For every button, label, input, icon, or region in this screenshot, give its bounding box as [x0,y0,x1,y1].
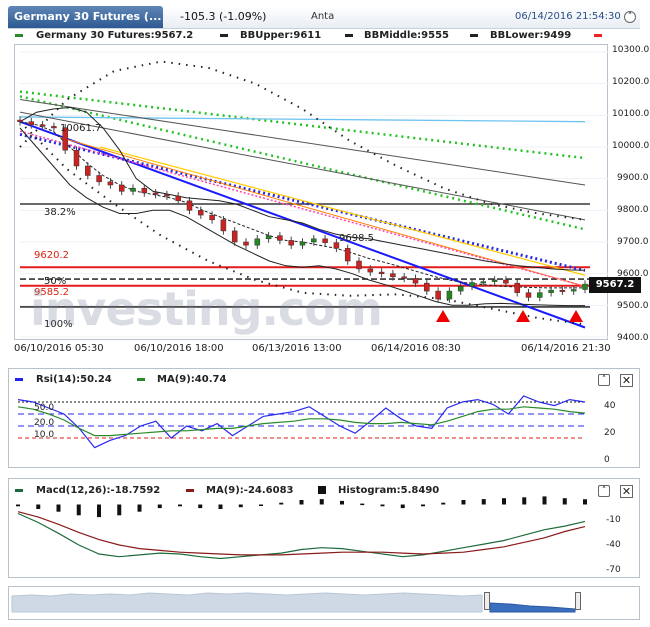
navigator-left-handle[interactable] [484,592,490,610]
navigator-series [11,592,576,613]
navigator-area [11,592,483,613]
navigator-selection [489,602,576,613]
navigator-right-handle[interactable] [575,592,581,610]
